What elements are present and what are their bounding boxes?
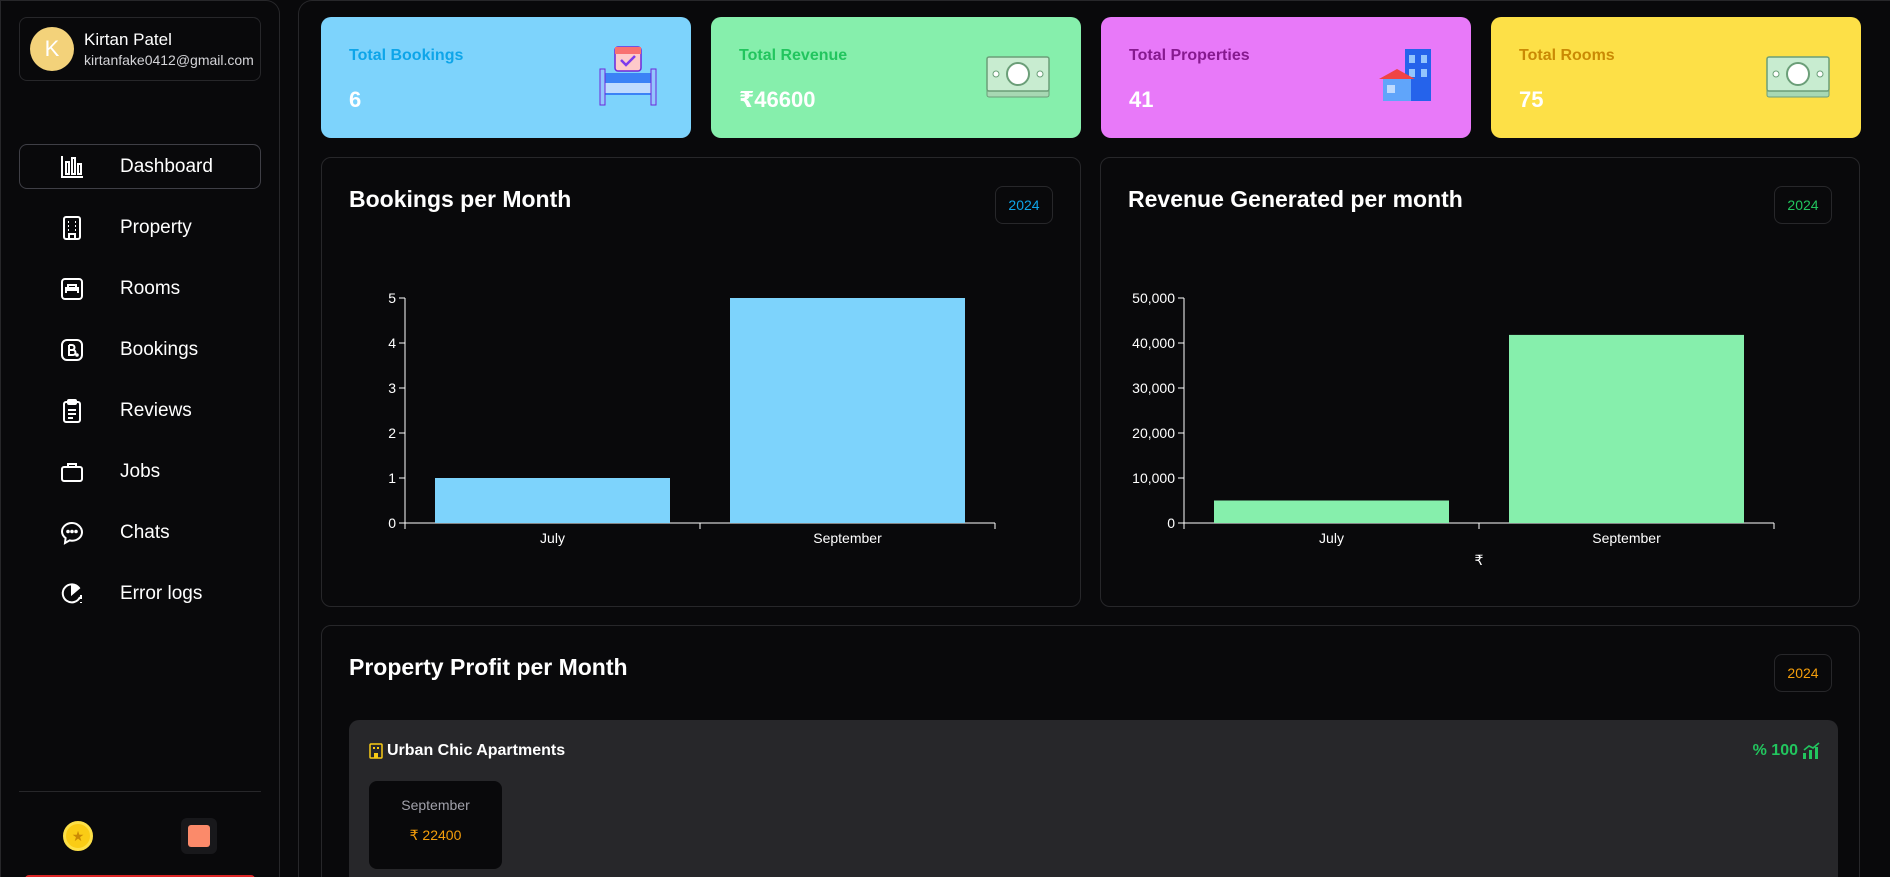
bed-calendar-icon (599, 46, 657, 106)
sidebar-item-label: Property (120, 216, 192, 238)
x-tick-label: September (1592, 530, 1661, 546)
sidebar-item-label: Dashboard (120, 155, 213, 177)
sidebar-item-label: Error logs (120, 582, 203, 604)
month-name: September (401, 797, 470, 813)
x-tick-label: September (813, 530, 882, 546)
sidebar: K Kirtan Patel kirtanfake0412@gmail.com … (0, 0, 280, 877)
sidebar-item-property[interactable]: Property (19, 205, 261, 250)
bed-icon (58, 275, 86, 303)
year-select[interactable]: 2024 (1774, 654, 1832, 692)
revenue-chart-card: Revenue Generated per month 2024 0 10,000… (1100, 157, 1860, 607)
sidebar-divider (19, 791, 261, 792)
sidebar-item-bookings[interactable]: Bookings (19, 327, 261, 372)
building-icon (58, 214, 86, 242)
property-profit-card: Property Profit per Month 2024 Urban Chi… (321, 625, 1860, 877)
bar-chart-icon (58, 153, 86, 181)
star-icon: ★ (71, 827, 85, 844)
stat-value: 41 (1129, 87, 1154, 112)
sidebar-item-reviews[interactable]: Reviews (19, 388, 261, 433)
bar (435, 478, 670, 523)
theme-orange-button[interactable] (181, 818, 217, 854)
sidebar-item-label: Reviews (120, 399, 192, 421)
y-tick-label: 10,000 (1132, 470, 1175, 486)
stat-value: 6 (349, 87, 362, 112)
y-tick-label: 3 (388, 380, 396, 396)
briefcase-icon (58, 458, 86, 486)
bookings-bar-chart: 0 1 2 3 4 5 July September (388, 290, 996, 546)
clipboard-icon (58, 397, 86, 425)
property-profit-item: Urban Chic Apartments % 100 September ₹ … (349, 720, 1838, 877)
color-swatch (188, 825, 210, 847)
theme-yellow-button[interactable]: ★ (63, 821, 93, 851)
chat-icon (58, 519, 86, 547)
y-tick-label: 40,000 (1132, 335, 1175, 351)
booking-icon (58, 336, 86, 364)
bar (730, 298, 965, 523)
revenue-bar-chart: 0 10,000 20,000 30,000 40,000 50,000 July Septe… (1132, 290, 1775, 569)
y-tick-label: 50,000 (1132, 290, 1175, 306)
error-log-icon (58, 580, 86, 608)
sidebar-item-label: Chats (120, 521, 170, 543)
stat-card-rooms: Total Rooms 75 (1491, 17, 1861, 138)
sidebar-item-label: Jobs (120, 460, 161, 482)
y-tick-label: 1 (388, 470, 396, 486)
profit-percent: % 100 (1752, 742, 1798, 759)
buildings-icon (1379, 49, 1431, 101)
trend-up-icon (1803, 742, 1820, 759)
y-tick-label: 4 (388, 335, 396, 351)
x-tick-label: July (540, 530, 565, 546)
sidebar-item-label: Bookings (120, 338, 199, 360)
user-card[interactable]: K Kirtan Patel kirtanfake0412@gmail.com (19, 17, 261, 81)
sidebar-nav: Dashboard Property Rooms Bookings Review… (19, 144, 261, 632)
stat-label: Total Revenue (739, 47, 848, 64)
stat-label: Total Rooms (1519, 47, 1615, 64)
stat-card-revenue: Total Revenue ₹46600 (711, 17, 1081, 138)
sidebar-item-jobs[interactable]: Jobs (19, 449, 261, 494)
sidebar-item-error-logs[interactable]: Error logs (19, 571, 261, 616)
money-icon (986, 56, 1050, 98)
x-axis-label: ₹ (1475, 553, 1484, 569)
x-tick-label: July (1319, 530, 1344, 546)
sidebar-item-dashboard[interactable]: Dashboard (19, 144, 261, 189)
main-content: Total Bookings 6 Total Revenue ₹46600 To… (298, 0, 1890, 877)
month-profit-box: September ₹ 22400 (369, 781, 502, 869)
avatar: K (30, 27, 74, 71)
y-tick-label: 2 (388, 425, 396, 441)
card-title: Property Profit per Month (349, 654, 628, 680)
stat-label: Total Bookings (349, 47, 464, 64)
property-name: Urban Chic Apartments (387, 742, 566, 759)
bar (1214, 500, 1449, 523)
stat-value: 75 (1519, 87, 1544, 112)
y-tick-label: 5 (388, 290, 396, 306)
y-tick-label: 20,000 (1132, 425, 1175, 441)
user-email: kirtanfake0412@gmail.com (84, 52, 254, 68)
building-icon (369, 743, 383, 759)
month-value: ₹ 22400 (409, 827, 462, 843)
sidebar-item-label: Rooms (120, 277, 181, 299)
bar (1509, 334, 1744, 523)
sidebar-item-rooms[interactable]: Rooms (19, 266, 261, 311)
y-tick-label: 0 (1167, 515, 1175, 531)
sidebar-item-chats[interactable]: Chats (19, 510, 261, 555)
y-tick-label: 0 (388, 515, 396, 531)
bookings-chart-card: Bookings per Month 2024 0 1 2 3 4 5 July Septem… (321, 157, 1081, 607)
stat-card-properties: Total Properties 41 (1101, 17, 1471, 138)
stat-label: Total Properties (1129, 47, 1250, 64)
stat-value: ₹46600 (739, 87, 816, 112)
user-name: Kirtan Patel (84, 30, 172, 49)
y-tick-label: 30,000 (1132, 380, 1175, 396)
stat-card-bookings: Total Bookings 6 (321, 17, 691, 138)
money-icon (1766, 56, 1830, 98)
